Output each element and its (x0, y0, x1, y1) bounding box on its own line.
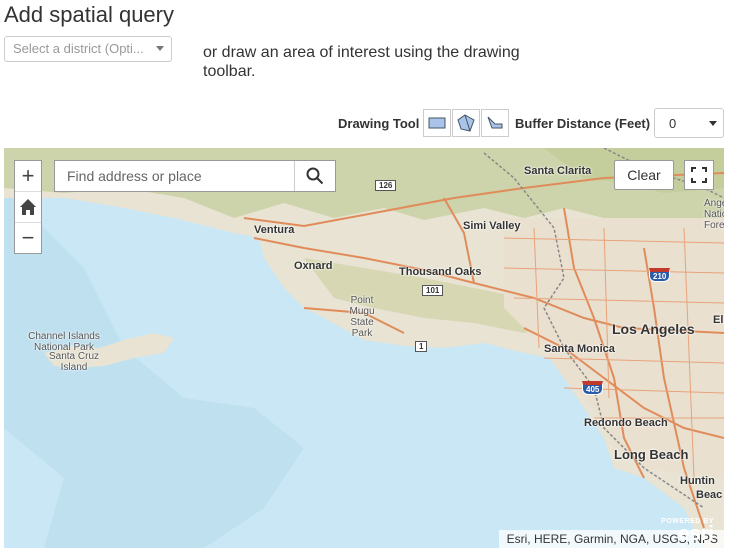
clear-button[interactable]: Clear (614, 160, 674, 190)
page-title: Add spatial query (4, 2, 174, 27)
freehand-icon (487, 116, 503, 129)
map-label-angeles-forest: Ange Natio Fore (704, 198, 724, 231)
map-label-point-mugu: Point Mugu State Park (349, 295, 375, 339)
map-label-redondo-beach: Redondo Beach (584, 417, 668, 429)
zoom-out-button[interactable]: − (15, 222, 41, 253)
map-label-los-angeles: Los Angeles (612, 321, 695, 337)
chevron-down-icon (156, 46, 164, 51)
map-label-santa-monica: Santa Monica (544, 343, 615, 355)
map-label-oxnard: Oxnard (294, 260, 333, 272)
buffer-distance-select[interactable]: 0 (654, 108, 724, 138)
district-select[interactable]: Select a district (Opti... (4, 36, 172, 62)
rectangle-tool-button[interactable] (423, 109, 451, 137)
route-405-shield: 405 (582, 381, 604, 395)
district-select-value: Select a district (Opti... (13, 41, 144, 56)
route-1-shield: 1 (415, 341, 428, 352)
home-button[interactable] (15, 191, 41, 222)
search-icon (306, 167, 324, 185)
instructions-text: or draw an area of interest using the dr… (203, 44, 520, 80)
map-label-huntington: Huntin (680, 475, 715, 487)
map-label-ventura: Ventura (254, 224, 295, 236)
map-basemap (4, 148, 724, 548)
esri-logo-text: esri (678, 523, 714, 545)
map-label-channel-islands: Channel Islands National Park (28, 331, 100, 353)
route-126-shield: 126 (375, 180, 397, 191)
map-label-el: El (713, 314, 724, 326)
search-widget (54, 160, 336, 192)
route-101-shield: 101 (422, 285, 444, 296)
esri-logo: POWERED BY esri (661, 518, 714, 545)
search-input[interactable] (55, 161, 294, 191)
zoom-control: + − (14, 160, 42, 254)
search-button[interactable] (294, 161, 335, 191)
map-label-simi-valley: Simi Valley (463, 220, 521, 232)
route-210-shield: 210 (649, 268, 671, 282)
map-label-thousand-oaks: Thousand Oaks (399, 266, 482, 278)
chevron-down-icon (709, 121, 717, 126)
drawing-tool-label: Drawing Tool (338, 116, 420, 131)
map-view[interactable]: + − Clear Santa Clarita Ange Natio Fore … (4, 148, 724, 548)
fullscreen-icon (691, 167, 707, 183)
freehand-tool-button[interactable] (481, 109, 509, 137)
map-label-santa-cruz: Santa Cruz Island (48, 351, 100, 373)
map-label-santa-clarita: Santa Clarita (524, 165, 592, 177)
polygon-tool-button[interactable] (452, 109, 480, 137)
map-label-huntington-beach: Beac (696, 489, 723, 501)
home-icon (20, 199, 36, 215)
buffer-distance-label: Buffer Distance (Feet) (515, 116, 651, 131)
map-label-long-beach: Long Beach (614, 447, 689, 462)
buffer-distance-value: 0 (669, 116, 677, 131)
fullscreen-button[interactable] (684, 160, 714, 190)
polygon-icon (457, 114, 475, 132)
zoom-in-button[interactable]: + (15, 161, 41, 191)
rectangle-icon (428, 117, 446, 129)
